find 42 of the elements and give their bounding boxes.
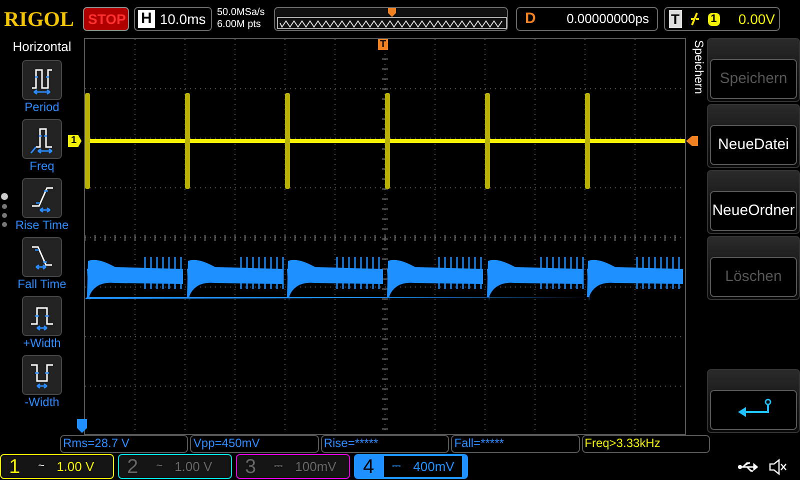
menu-button: Löschen [710, 257, 797, 297]
trigger-position-marker: T [378, 39, 388, 50]
measurement-readout: Vpp=450mV [190, 435, 319, 453]
channel-4-offset-marker [77, 419, 87, 433]
measure-menu-item[interactable]: Rise Time [0, 178, 84, 232]
usb-icon [738, 460, 760, 472]
mute-icon [768, 458, 788, 476]
measure-menu-item[interactable]: Fall Time [0, 237, 84, 291]
menu-title: Speichern [692, 40, 706, 94]
measurement-readout: Freq>3.33kHz [582, 435, 710, 453]
measurement-readout: Rise=***** [320, 435, 450, 453]
measurement-readout: Fall=***** [451, 435, 580, 453]
timebase-label: H [138, 10, 155, 28]
timebase-value: 10.0ms [160, 10, 206, 28]
delay-box[interactable]: D 0.00000000ps [516, 7, 658, 31]
trigger-label: T [669, 10, 682, 28]
menu-title: Horizontal [12, 39, 72, 55]
delay-label: D [525, 8, 536, 29]
measurement-readout: Rms=28.7 V [60, 435, 188, 453]
delay-value: 0.00000000ps [566, 10, 649, 28]
memory-depth: 6.00M pts [217, 19, 262, 31]
trigger-level: 0.00V [738, 10, 775, 28]
measure-menu-item[interactable]: -Width [0, 355, 84, 409]
trigger-level-marker [686, 136, 698, 146]
channel-tab[interactable]: 2 ~ 1.00 V [118, 454, 232, 479]
menu-button[interactable]: NeueDatei [710, 125, 797, 165]
back-button[interactable] [710, 390, 797, 430]
timebase-box[interactable]: H 10.0ms [134, 7, 212, 31]
trigger-source-badge: 1 [708, 12, 720, 26]
menu-button[interactable]: NeueOrdner [710, 191, 797, 231]
rising-edge-icon [690, 12, 700, 26]
trigger-box[interactable]: T 1 0.00V [664, 7, 780, 31]
sample-rate: 50.0MSa/s [217, 7, 266, 19]
channel-tab[interactable]: 4 ⎓ 400mV [354, 454, 468, 479]
brand-logo: RIGOL [4, 8, 76, 30]
measure-menu-item[interactable]: +Width [0, 296, 84, 350]
trigger-position-icon [387, 8, 397, 17]
measure-menu-item[interactable]: Period [0, 60, 84, 114]
menu-button: Speichern [710, 59, 797, 99]
channel-tab[interactable]: 1 ~ 1.00 V [0, 454, 114, 479]
channel-tab[interactable]: 3 ⎓ 100mV [236, 454, 350, 479]
channel-1-offset-marker: 1 [68, 135, 82, 147]
